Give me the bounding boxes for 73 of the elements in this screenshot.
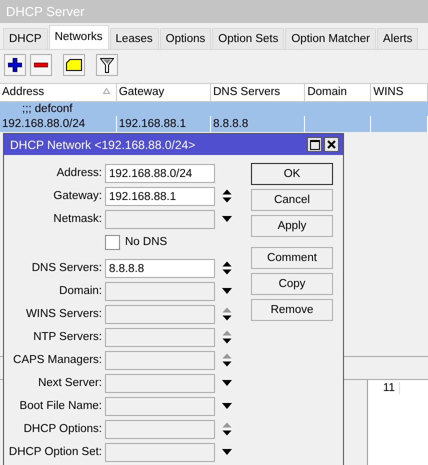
table-row[interactable]: 192.168.88.0/24 192.168.88.1 8.8.8.8 bbox=[0, 116, 428, 132]
field-label: Boot File Name: bbox=[18, 400, 103, 412]
dropdown-field[interactable] bbox=[105, 210, 215, 228]
spin-arrows-icon[interactable] bbox=[222, 261, 232, 275]
dialog-button[interactable]: Apply bbox=[251, 215, 333, 237]
input-field[interactable]: 192.168.88.0/24 bbox=[105, 164, 215, 182]
field-label: CAPS Managers: bbox=[12, 354, 103, 366]
input-field[interactable] bbox=[105, 420, 215, 438]
field-label: WINS Servers: bbox=[24, 308, 103, 320]
comment-text: ;;; defconf bbox=[22, 103, 73, 115]
dropdown-arrow-icon[interactable] bbox=[222, 380, 232, 386]
dropdown-field[interactable] bbox=[105, 374, 215, 392]
dialog-button[interactable]: Cancel bbox=[251, 189, 333, 211]
checkbox[interactable] bbox=[105, 234, 120, 250]
dropdown-arrow-icon[interactable] bbox=[222, 449, 232, 455]
input-field[interactable] bbox=[105, 350, 215, 370]
dropdown-arrow-icon[interactable] bbox=[222, 403, 232, 409]
tab[interactable]: Leases bbox=[110, 28, 159, 49]
window-title: DHCP Server bbox=[0, 0, 428, 23]
plus-icon bbox=[8, 58, 22, 72]
dropdown-arrow-icon[interactable] bbox=[222, 216, 232, 222]
remove-button[interactable] bbox=[30, 54, 52, 76]
field-label: Address: bbox=[56, 167, 103, 179]
table-cell: 192.168.88.1 bbox=[118, 118, 186, 130]
field-label: NTP Servers: bbox=[32, 331, 103, 343]
add-button[interactable] bbox=[4, 54, 26, 76]
maximize-button[interactable] bbox=[307, 137, 322, 152]
dialog-button[interactable]: Remove bbox=[251, 299, 333, 321]
filter-button[interactable] bbox=[96, 54, 118, 76]
column-header[interactable]: Gateway bbox=[116, 84, 212, 101]
table-cell: 192.168.88.0/24 bbox=[2, 118, 86, 130]
spin-arrows-icon[interactable] bbox=[222, 353, 232, 367]
table-cell: 8.8.8.8 bbox=[213, 118, 248, 130]
close-button[interactable] bbox=[324, 137, 339, 152]
field-label: Domain: bbox=[58, 285, 103, 297]
input-field[interactable] bbox=[105, 328, 215, 346]
column-header[interactable]: DNS Servers bbox=[211, 84, 306, 101]
table-cell: 11 bbox=[383, 382, 400, 394]
tab[interactable]: Options bbox=[160, 28, 212, 49]
dialog-button[interactable]: Comment bbox=[251, 247, 333, 269]
dropdown-field[interactable] bbox=[105, 282, 215, 300]
column-header[interactable]: WINS bbox=[371, 84, 428, 101]
field-label: Next Server: bbox=[37, 377, 103, 389]
tab[interactable]: Option Sets bbox=[212, 28, 284, 49]
field-label: Netmask: bbox=[52, 213, 103, 225]
input-field[interactable] bbox=[105, 304, 215, 324]
field-label: Gateway: bbox=[52, 190, 103, 202]
field-label: DNS Servers: bbox=[30, 262, 103, 274]
filter-icon bbox=[100, 58, 114, 72]
tab[interactable]: DHCP bbox=[3, 28, 48, 49]
field-label: DHCP Option Set: bbox=[8, 446, 103, 458]
spin-arrows-icon[interactable] bbox=[222, 307, 232, 321]
dialog-button[interactable]: OK bbox=[251, 163, 333, 185]
column-header[interactable]: Domain bbox=[305, 84, 372, 101]
tab[interactable]: Option Matcher bbox=[285, 28, 376, 49]
spin-arrows-icon[interactable] bbox=[222, 189, 232, 203]
dropdown-field[interactable] bbox=[105, 442, 215, 462]
comment-button[interactable] bbox=[63, 54, 85, 76]
input-field[interactable]: 192.168.88.1 bbox=[105, 186, 215, 206]
checkbox-label: No DNS bbox=[125, 236, 168, 248]
dropdown-field[interactable] bbox=[105, 396, 215, 416]
tab[interactable]: Alerts bbox=[376, 28, 418, 49]
tab[interactable]: Networks bbox=[48, 25, 109, 49]
comment-row[interactable]: ;;; defconf bbox=[0, 102, 428, 116]
input-field[interactable]: 8.8.8.8 bbox=[105, 258, 215, 278]
dialog-button[interactable]: Copy bbox=[251, 273, 333, 295]
dialog-title: DHCP Network <192.168.88.0/24> bbox=[10, 138, 196, 152]
note-icon bbox=[66, 59, 82, 71]
spin-arrows-icon[interactable] bbox=[222, 330, 232, 344]
dropdown-arrow-icon[interactable] bbox=[222, 288, 232, 294]
spin-arrows-icon[interactable] bbox=[222, 422, 232, 436]
column-header[interactable]: Address bbox=[0, 84, 117, 101]
field-label: DHCP Options: bbox=[22, 423, 103, 435]
